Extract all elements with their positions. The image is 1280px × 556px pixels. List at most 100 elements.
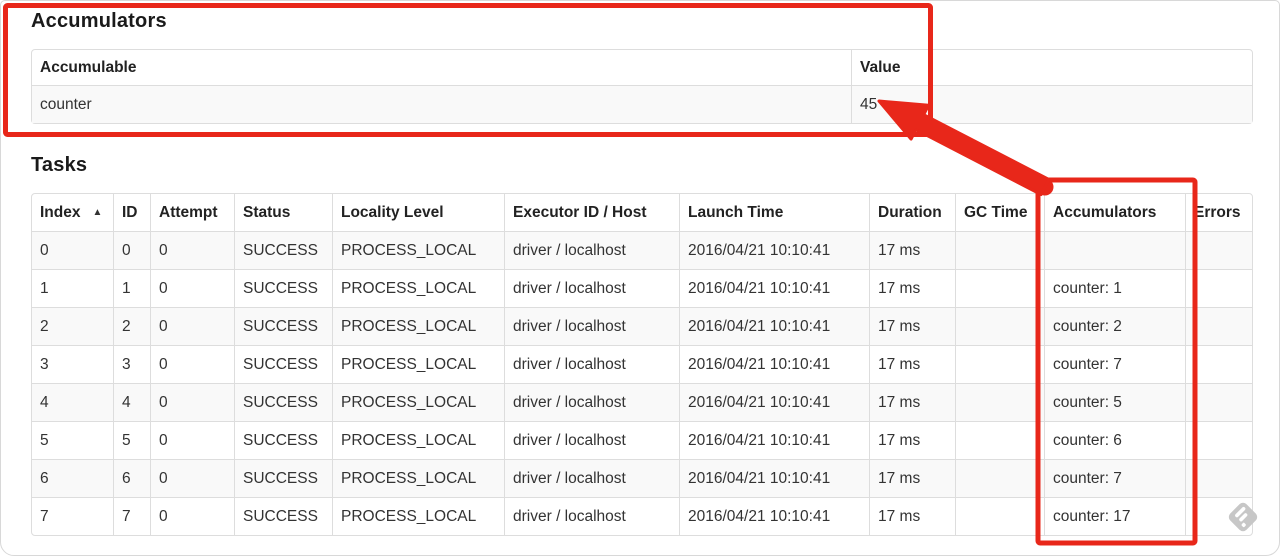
task-row-cell-attempt: 0 [150, 421, 234, 459]
task-row-cell-launch_time: 2016/04/21 10:10:41 [679, 497, 869, 535]
task-row-cell-status: SUCCESS [234, 497, 332, 535]
task-row-cell-accumulators: counter: 5 [1044, 383, 1185, 421]
task-row-cell-duration: 17 ms [869, 497, 955, 535]
task-row-cell-locality_level: PROCESS_LOCAL [332, 383, 504, 421]
col-header-accumulators[interactable]: Accumulators [1044, 194, 1185, 231]
task-row-cell-duration: 17 ms [869, 345, 955, 383]
task-row-cell-duration: 17 ms [869, 269, 955, 307]
task-row: 6 6 0 SUCCESS PROCESS_LOCAL driver / localhos… [32, 459, 1252, 497]
task-row-cell-id: 5 [113, 421, 150, 459]
task-row: 4 4 0 SUCCESS PROCESS_LOCAL driver / localhos… [32, 383, 1252, 421]
task-row-cell-launch_time: 2016/04/21 10:10:41 [679, 345, 869, 383]
col-header-errors[interactable]: Errors [1185, 194, 1252, 231]
sort-ascending-icon: ▲ [92, 207, 103, 218]
col-header-duration[interactable]: Duration [869, 194, 955, 231]
accumulators-section-title: Accumulators [31, 10, 167, 32]
task-row-cell-gc_time [955, 231, 1044, 269]
task-row-cell-index: 2 [32, 307, 113, 345]
task-row-cell-index: 1 [32, 269, 113, 307]
task-row-cell-status: SUCCESS [234, 231, 332, 269]
col-header-index[interactable]: Index ▲ [32, 194, 113, 231]
task-row-cell-launch_time: 2016/04/21 10:10:41 [679, 421, 869, 459]
task-row-cell-status: SUCCESS [234, 421, 332, 459]
task-row-cell-index: 6 [32, 459, 113, 497]
spark-ui-page: Accumulators Accumulable Value counter 45 … [0, 0, 1280, 556]
task-row: 5 5 0 SUCCESS PROCESS_LOCAL driver / localhos… [32, 421, 1252, 459]
task-row: 1 1 0 SUCCESS PROCESS_LOCAL driver / localhos… [32, 269, 1252, 307]
task-row-cell-gc_time [955, 497, 1044, 535]
task-row: 0 0 0 SUCCESS PROCESS_LOCAL driver / localhos… [32, 231, 1252, 269]
task-row-cell-accumulators: counter: 7 [1044, 345, 1185, 383]
task-row-cell-id: 6 [113, 459, 150, 497]
task-row-cell-index: 0 [32, 231, 113, 269]
task-row-cell-launch_time: 2016/04/21 10:10:41 [679, 307, 869, 345]
tasks-section-title: Tasks [31, 154, 88, 176]
task-row-cell-id: 7 [113, 497, 150, 535]
col-header-locality_level[interactable]: Locality Level [332, 194, 504, 231]
task-row-cell-attempt: 0 [150, 459, 234, 497]
task-row-cell-status: SUCCESS [234, 383, 332, 421]
accumulators-table-header-row: Accumulable Value [32, 50, 1252, 85]
task-row-cell-duration: 17 ms [869, 307, 955, 345]
tasks-table-header-row: Index ▲ ID Attempt Status Locality Level Execu… [32, 194, 1252, 231]
accumulable-row: counter 45 [32, 85, 1252, 123]
task-row-cell-launch_time: 2016/04/21 10:10:41 [679, 269, 869, 307]
task-row-cell-accumulators: counter: 6 [1044, 421, 1185, 459]
task-row-cell-errors [1185, 231, 1252, 269]
task-row-cell-duration: 17 ms [869, 459, 955, 497]
tasks-table: Index ▲ ID Attempt Status Locality Level Execu… [31, 193, 1253, 536]
task-row-cell-index: 5 [32, 421, 113, 459]
task-row-cell-attempt: 0 [150, 383, 234, 421]
task-row-cell-gc_time [955, 459, 1044, 497]
task-row-cell-errors [1185, 345, 1252, 383]
col-header-status[interactable]: Status [234, 194, 332, 231]
col-header-executor_id_host[interactable]: Executor ID / Host [504, 194, 679, 231]
task-row-cell-gc_time [955, 421, 1044, 459]
task-row-cell-id: 1 [113, 269, 150, 307]
task-row-cell-accumulators: counter: 17 [1044, 497, 1185, 535]
task-row-cell-index: 4 [32, 383, 113, 421]
task-row-cell-errors [1185, 383, 1252, 421]
task-row-cell-id: 2 [113, 307, 150, 345]
col-header-id[interactable]: ID [113, 194, 150, 231]
task-row-cell-executor_id_host: driver / localhost [504, 459, 679, 497]
task-row-cell-duration: 17 ms [869, 231, 955, 269]
task-row-cell-gc_time [955, 307, 1044, 345]
task-row-cell-errors [1185, 421, 1252, 459]
accumulable-row-cell-accumulable: counter [32, 85, 851, 123]
col-header-value[interactable]: Value [851, 50, 1252, 85]
col-header-launch_time[interactable]: Launch Time [679, 194, 869, 231]
task-row-cell-locality_level: PROCESS_LOCAL [332, 269, 504, 307]
task-row-cell-locality_level: PROCESS_LOCAL [332, 497, 504, 535]
task-row-cell-locality_level: PROCESS_LOCAL [332, 459, 504, 497]
col-header-gc_time[interactable]: GC Time [955, 194, 1044, 231]
task-row-cell-locality_level: PROCESS_LOCAL [332, 421, 504, 459]
task-row-cell-duration: 17 ms [869, 383, 955, 421]
task-row: 2 2 0 SUCCESS PROCESS_LOCAL driver / localhos… [32, 307, 1252, 345]
accumulators-table: Accumulable Value counter 45 [31, 49, 1253, 124]
task-row-cell-id: 3 [113, 345, 150, 383]
task-row-cell-executor_id_host: driver / localhost [504, 269, 679, 307]
task-row-cell-gc_time [955, 383, 1044, 421]
col-header-accumulable[interactable]: Accumulable [32, 50, 851, 85]
task-row-cell-gc_time [955, 269, 1044, 307]
task-row-cell-accumulators: counter: 7 [1044, 459, 1185, 497]
task-row: 3 3 0 SUCCESS PROCESS_LOCAL driver / localhos… [32, 345, 1252, 383]
task-row-cell-id: 4 [113, 383, 150, 421]
task-row: 7 7 0 SUCCESS PROCESS_LOCAL driver / localhos… [32, 497, 1252, 535]
accumulable-row-cell-value: 45 [851, 85, 1252, 123]
task-row-cell-attempt: 0 [150, 345, 234, 383]
task-row-cell-status: SUCCESS [234, 269, 332, 307]
col-header-attempt[interactable]: Attempt [150, 194, 234, 231]
task-row-cell-executor_id_host: driver / localhost [504, 421, 679, 459]
task-row-cell-errors [1185, 269, 1252, 307]
task-row-cell-errors [1185, 459, 1252, 497]
task-row-cell-index: 3 [32, 345, 113, 383]
task-row-cell-executor_id_host: driver / localhost [504, 231, 679, 269]
task-row-cell-errors [1185, 307, 1252, 345]
task-row-cell-executor_id_host: driver / localhost [504, 497, 679, 535]
task-row-cell-attempt: 0 [150, 307, 234, 345]
task-row-cell-index: 7 [32, 497, 113, 535]
task-row-cell-attempt: 0 [150, 231, 234, 269]
task-row-cell-id: 0 [113, 231, 150, 269]
